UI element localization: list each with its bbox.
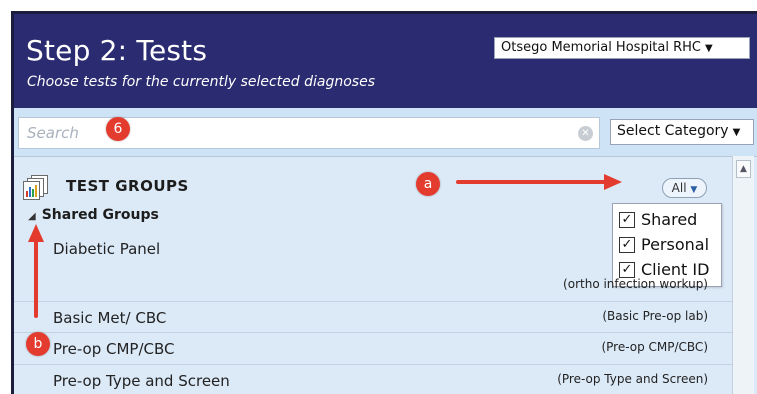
- annotation-marker-b: b: [26, 332, 50, 356]
- shared-groups-label: Shared Groups: [41, 207, 159, 223]
- group-name: Pre-op CMP/CBC: [53, 340, 175, 358]
- annotation-marker-a: a: [416, 172, 440, 196]
- list-item[interactable]: Diabetic Panel: [14, 235, 732, 265]
- annotation-arrow-up-icon: [28, 224, 44, 318]
- group-tag: (ortho infection workup): [563, 277, 708, 291]
- category-select-label: Select Category: [617, 123, 729, 139]
- list-item[interactable]: Basic Met/ CBC (Basic Pre-op lab): [14, 303, 732, 333]
- step-header: Step 2: Tests Choose tests for the curre…: [14, 14, 757, 108]
- collapse-triangle-icon[interactable]: ◢: [28, 211, 36, 222]
- group-name: Basic Met/ CBC: [53, 309, 167, 327]
- filter-option-shared[interactable]: ✓ Shared: [613, 207, 721, 232]
- group-tag: (Pre-op CMP/CBC): [601, 340, 708, 354]
- test-groups-panel: TEST GROUPS All ▼ ✓ Shared ✓ Personal ✓ …: [14, 156, 757, 394]
- page-subtitle: Choose tests for the currently selected …: [27, 74, 376, 90]
- annotation-arrow-right-icon: [456, 174, 622, 190]
- row-divider: [14, 364, 732, 365]
- group-filter-label: All: [671, 181, 687, 195]
- page-title: Step 2: Tests: [26, 34, 208, 67]
- row-divider: [14, 301, 732, 302]
- vertical-scrollbar[interactable]: ▲: [732, 156, 754, 394]
- search-input[interactable]: [19, 118, 559, 148]
- filter-option-label: Shared: [641, 210, 698, 229]
- facility-select-label: Otsego Memorial Hospital RHC: [501, 40, 701, 55]
- category-select[interactable]: Select Category ▼: [610, 119, 754, 145]
- chevron-down-icon: ▼: [690, 185, 698, 195]
- group-tag: (Pre-op Type and Screen): [557, 372, 708, 386]
- group-name: Pre-op Type and Screen: [53, 372, 230, 390]
- app-window: Step 2: Tests Choose tests for the curre…: [11, 11, 757, 394]
- group-tag: (Basic Pre-op lab): [602, 309, 708, 323]
- list-item[interactable]: Pre-op Type and Screen (Pre-op Type and …: [14, 366, 732, 394]
- search-box: ✕: [18, 117, 600, 149]
- facility-select[interactable]: Otsego Memorial Hospital RHC ▼: [494, 37, 750, 59]
- checkbox-checked-icon[interactable]: ✓: [619, 211, 635, 228]
- group-name: Diabetic Panel: [53, 240, 161, 258]
- test-groups-title: TEST GROUPS: [66, 177, 189, 195]
- list-item[interactable]: Pre-op CMP/CBC (Pre-op CMP/CBC): [14, 334, 732, 364]
- row-divider: [14, 332, 732, 333]
- group-filter-dropdown[interactable]: All ▼: [662, 178, 707, 198]
- shared-groups-toggle[interactable]: ◢ Shared Groups: [28, 207, 159, 223]
- clear-search-icon[interactable]: ✕: [578, 126, 593, 141]
- chevron-down-icon: ▼: [732, 127, 741, 138]
- annotation-marker-6: 6: [106, 117, 130, 141]
- chevron-down-icon: ▼: [705, 43, 713, 54]
- list-item[interactable]: (ortho infection workup): [14, 265, 732, 295]
- test-groups-icon: [23, 175, 49, 200]
- scroll-up-arrow-icon[interactable]: ▲: [736, 160, 751, 178]
